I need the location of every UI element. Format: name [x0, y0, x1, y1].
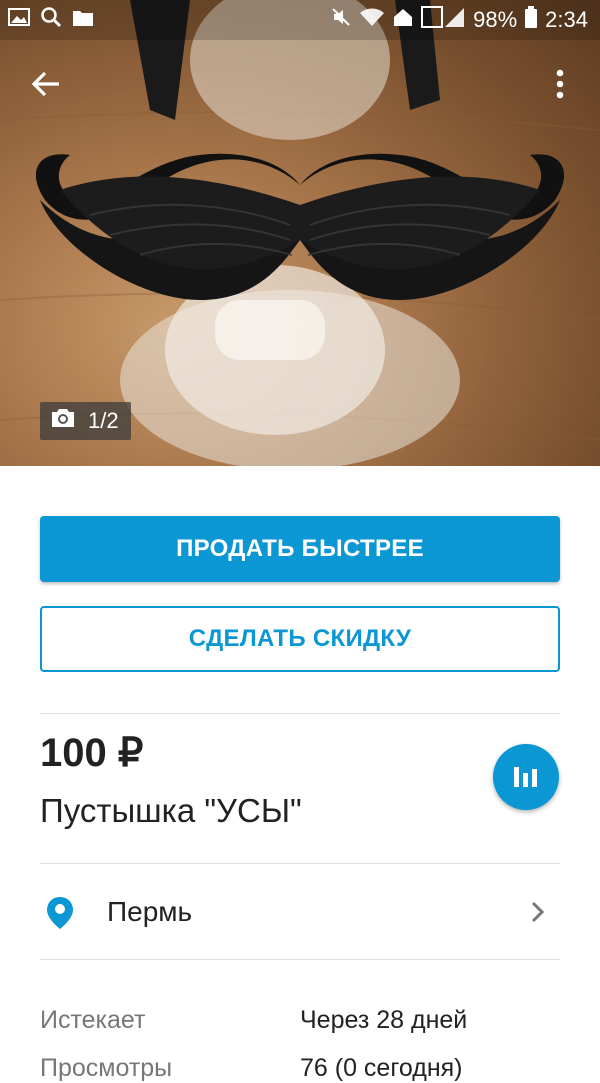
arrow-left-icon: [31, 71, 61, 102]
location-row[interactable]: Пермь: [0, 864, 600, 960]
folder-icon: [72, 7, 94, 33]
statistics-button[interactable]: [493, 744, 559, 810]
photo-counter: 1/2: [40, 402, 131, 440]
views-label: Просмотры: [40, 1054, 173, 1082]
bar-chart-icon: [512, 763, 540, 792]
expires-label: Истекает: [40, 1006, 146, 1034]
views-value: 76 (0 сегодня): [300, 1054, 463, 1082]
mute-icon: [331, 7, 351, 33]
camera-icon: [50, 407, 76, 435]
location-text: Пермь: [107, 896, 193, 927]
clock: 2:34: [545, 7, 588, 32]
listing-price: 100 ₽: [40, 731, 144, 775]
back-button[interactable]: [22, 62, 70, 110]
more-options-button[interactable]: [536, 62, 584, 110]
photo-image: [0, 0, 600, 466]
search-icon: [40, 6, 62, 34]
wifi-icon: [359, 7, 385, 33]
image-icon: [8, 7, 30, 33]
more-vertical-icon: [556, 69, 564, 104]
battery-icon: [525, 6, 538, 34]
make-discount-button[interactable]: СДЕЛАТЬ СКИДКУ: [40, 606, 560, 672]
photo-counter-text: 1/2: [88, 408, 119, 433]
location-pin-icon: [46, 896, 74, 935]
signal-icon: [421, 6, 465, 34]
listing-title: Пустышка "УСЫ": [40, 792, 302, 829]
home-icon: [393, 7, 413, 33]
chevron-right-icon: [530, 900, 546, 929]
battery-percent: 98%: [473, 7, 518, 32]
sell-faster-button[interactable]: ПРОДАТЬ БЫСТРЕЕ: [40, 516, 560, 582]
divider: [40, 959, 560, 960]
listing-photo[interactable]: [0, 0, 600, 466]
status-bar: 98% 2:34: [0, 0, 600, 40]
divider: [40, 713, 560, 714]
expires-value: Через 28 дней: [300, 1006, 468, 1034]
